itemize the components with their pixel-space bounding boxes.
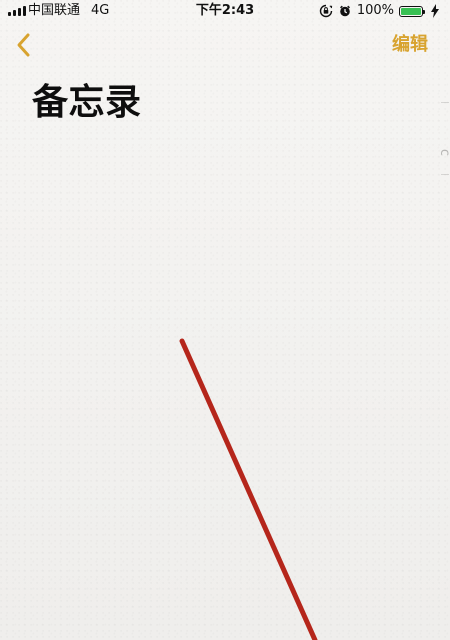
status-right-group: 100%: [319, 0, 442, 22]
alarm-icon: [338, 4, 352, 18]
partial-edge-glyph: c: [437, 149, 450, 156]
edge-mark: [441, 102, 449, 103]
battery-percentage: 100%: [356, 3, 394, 18]
edge-mark: [441, 174, 449, 175]
battery-icon: [399, 5, 425, 17]
back-button[interactable]: [12, 31, 36, 59]
orientation-lock-icon: [319, 4, 333, 18]
charging-bolt-icon: [428, 4, 442, 18]
battery-level: [401, 7, 421, 15]
edit-button[interactable]: 编辑: [392, 35, 428, 55]
page-title: 备忘录: [32, 82, 142, 123]
status-bar: 中国联通 4G 下午2:43 100%: [0, 0, 450, 22]
chevron-left-icon: [17, 33, 30, 57]
